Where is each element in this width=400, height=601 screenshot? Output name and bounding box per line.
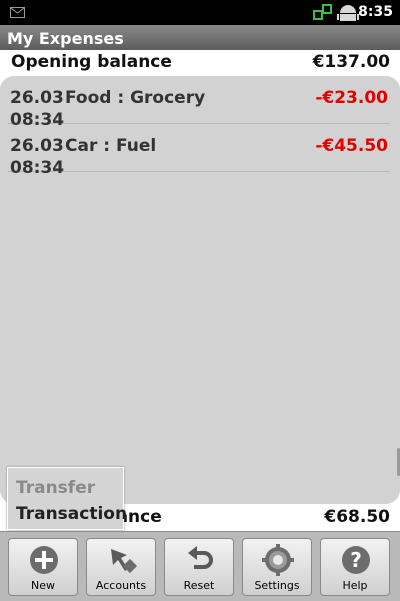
opening-balance-amount: €137.00 bbox=[312, 52, 390, 72]
settings-button[interactable]: Settings bbox=[242, 538, 312, 596]
reset-button[interactable]: Reset bbox=[164, 538, 234, 596]
transaction-amount: -€23.00 bbox=[315, 88, 388, 108]
transaction-date: 26.03 bbox=[10, 88, 64, 108]
menu-item-transaction[interactable]: Transaction bbox=[16, 504, 127, 524]
settings-gear-icon bbox=[262, 544, 294, 576]
svg-text:?: ? bbox=[350, 548, 362, 572]
transaction-row[interactable]: 26.03 Food : Grocery -€23.00 08:34 bbox=[8, 76, 390, 130]
transaction-time: 08:34 bbox=[10, 158, 65, 178]
opening-balance-row: Opening balance €137.00 bbox=[0, 50, 400, 75]
title-bar: My Expenses bbox=[0, 25, 400, 50]
closing-balance-amount: €68.50 bbox=[324, 507, 390, 527]
accounts-icon bbox=[111, 549, 138, 574]
new-button[interactable]: New bbox=[8, 538, 78, 596]
app-title: My Expenses bbox=[7, 29, 124, 48]
transaction-date: 26.03 bbox=[10, 136, 64, 156]
reset-icon bbox=[188, 546, 213, 569]
usb-debugging-icon bbox=[337, 5, 359, 21]
status-bar: 8:35 bbox=[0, 0, 400, 25]
sync-icon bbox=[313, 4, 332, 20]
transaction-category: Food : Grocery bbox=[65, 88, 206, 108]
new-item-popup-menu: Transfer Transaction bbox=[7, 467, 127, 530]
transaction-category: Car : Fuel bbox=[65, 136, 157, 156]
help-button[interactable]: ? Help bbox=[320, 538, 390, 596]
clock: 8:35 bbox=[358, 4, 393, 20]
help-icon: ? bbox=[342, 546, 370, 574]
settings-button-label: Settings bbox=[254, 579, 300, 592]
transaction-amount: -€45.50 bbox=[315, 136, 388, 156]
reset-button-label: Reset bbox=[183, 579, 215, 592]
accounts-button-label: Accounts bbox=[95, 579, 147, 592]
mail-icon bbox=[10, 7, 25, 18]
accounts-button[interactable]: Accounts bbox=[86, 538, 156, 596]
help-button-label: Help bbox=[342, 579, 368, 592]
menu-item-transfer[interactable]: Transfer bbox=[16, 478, 95, 498]
opening-balance-label: Opening balance bbox=[11, 52, 172, 72]
transaction-list[interactable]: 26.03 Food : Grocery -€23.00 08:34 26.03… bbox=[0, 76, 400, 504]
bottom-toolbar: New Accounts Reset Settings ? Help bbox=[0, 531, 400, 601]
transaction-row[interactable]: 26.03 Car : Fuel -€45.50 08:34 bbox=[8, 124, 390, 178]
new-button-label: New bbox=[31, 579, 55, 592]
plus-icon bbox=[30, 546, 58, 574]
